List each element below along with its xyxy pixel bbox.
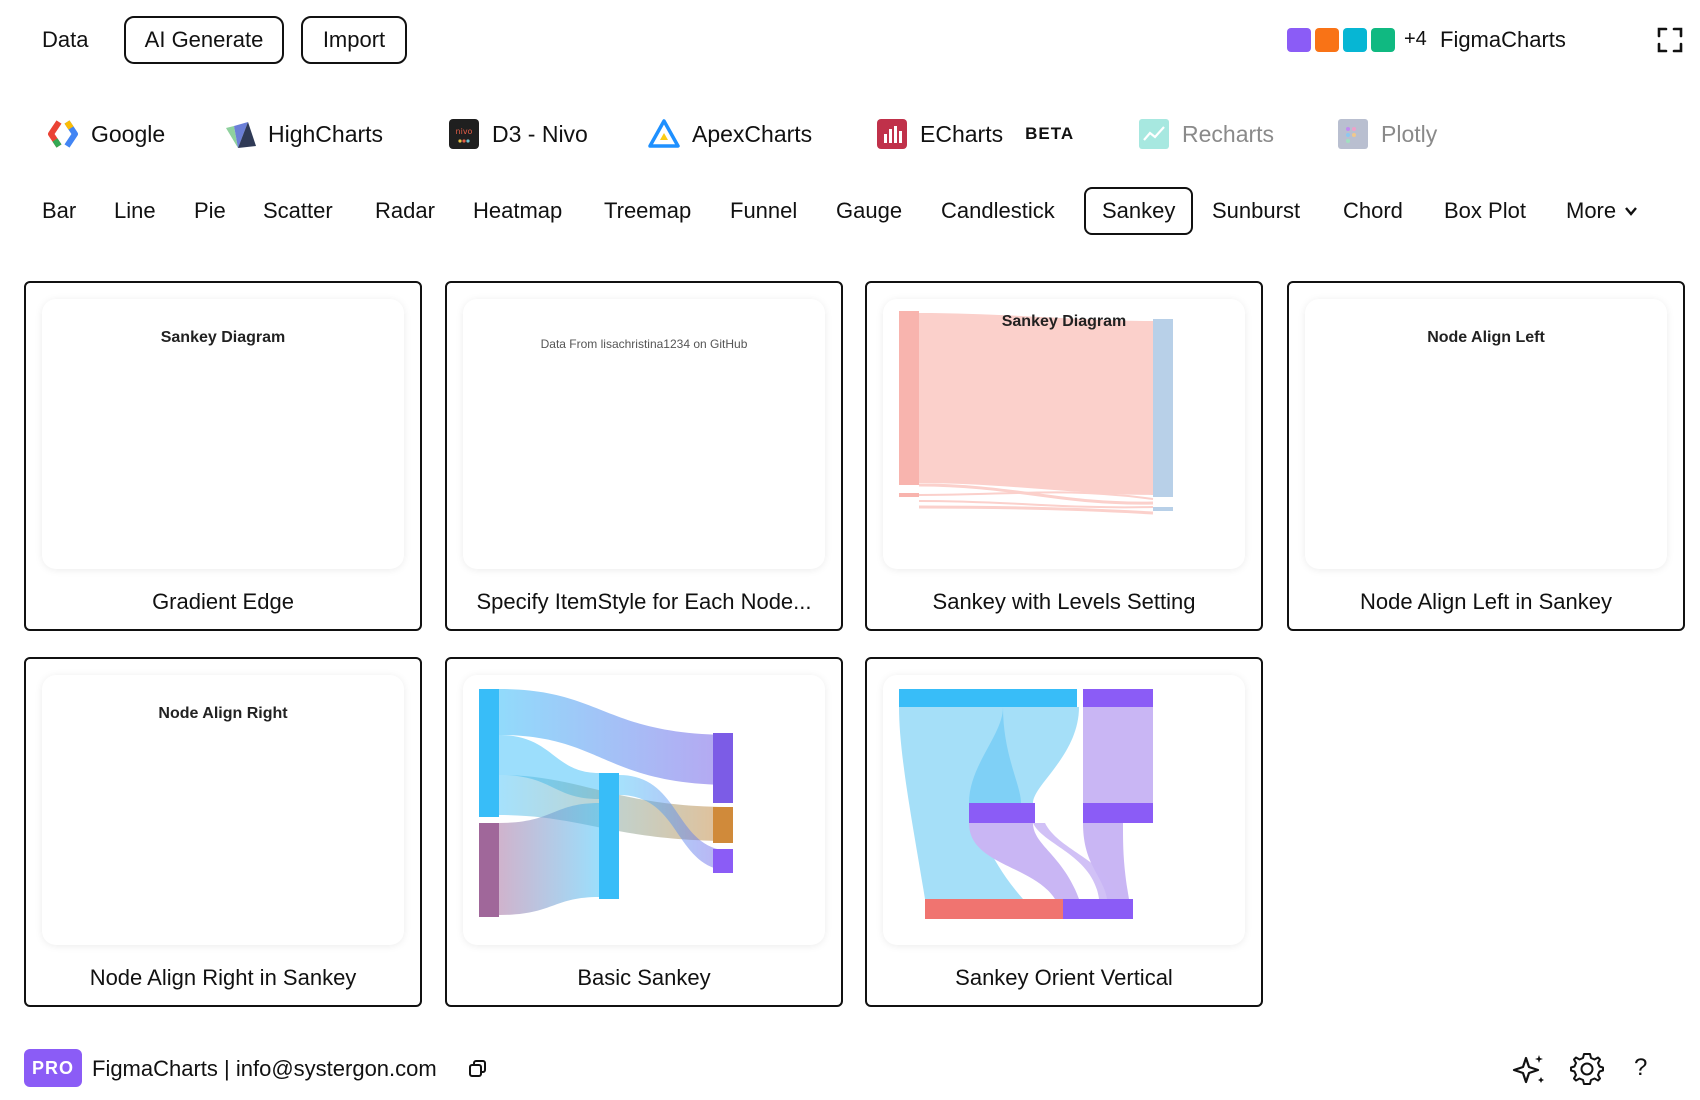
- chart-card[interactable]: Sankey Orient Vertical: [865, 657, 1263, 1007]
- card-label: Specify ItemStyle for Each Node...: [476, 589, 812, 614]
- library-label: D3 - Nivo: [492, 120, 588, 147]
- chart-thumbnail: Data From lisachristina1234 on GitHub: [463, 299, 825, 569]
- library-echarts[interactable]: ECharts BETA: [876, 114, 1074, 154]
- chart-card[interactable]: Sankey Diagram Gradient Edge: [24, 281, 422, 631]
- import-button[interactable]: Import: [301, 16, 407, 64]
- tab-bar[interactable]: Bar: [42, 187, 76, 235]
- thumbnail-title: Sankey Diagram: [160, 329, 286, 346]
- tab-box-plot[interactable]: Box Plot: [1444, 187, 1526, 235]
- library-label: ECharts: [920, 120, 1004, 147]
- tab-sunburst[interactable]: Sunburst: [1212, 187, 1300, 235]
- chevron-down-icon: [1625, 207, 1638, 216]
- tab-scatter[interactable]: Scatter: [263, 187, 333, 235]
- tab-chord[interactable]: Chord: [1343, 187, 1403, 235]
- card-label: Sankey with Levels Setting: [932, 589, 1196, 614]
- chart-card[interactable]: Node Align Left Node Align Left in Sanke…: [1287, 281, 1685, 631]
- gear-icon[interactable]: [1568, 1050, 1606, 1088]
- color-swatch[interactable]: [1315, 28, 1339, 52]
- color-swatches[interactable]: [1287, 28, 1395, 52]
- echarts-icon: [876, 118, 908, 150]
- sankey-levels-preview: [899, 311, 1173, 515]
- tab-treemap[interactable]: Treemap: [604, 187, 691, 235]
- card-label: Gradient Edge: [152, 589, 294, 614]
- highcharts-icon: [224, 118, 256, 150]
- library-apexcharts[interactable]: ApexCharts: [648, 114, 812, 154]
- library-recharts[interactable]: Recharts: [1138, 114, 1274, 154]
- library-google[interactable]: Google: [47, 114, 165, 154]
- thumbnail-title: Sankey Diagram: [1001, 313, 1127, 330]
- library-label: HighCharts: [268, 120, 384, 147]
- library-label: Plotly: [1381, 120, 1438, 147]
- chart-card[interactable]: Basic Sankey: [445, 657, 843, 1007]
- chart-thumbnail: Node Align Left: [1305, 299, 1667, 569]
- library-label: Google: [91, 120, 166, 147]
- library-label: ApexCharts: [692, 120, 813, 147]
- card-label: Node Align Right in Sankey: [89, 965, 357, 990]
- chart-card[interactable]: Node Align Right Node Align Right in San…: [24, 657, 422, 1007]
- plotly-icon: [1337, 118, 1369, 150]
- brand-name: FigmaCharts: [1440, 27, 1566, 52]
- chart-thumbnail: [883, 675, 1245, 945]
- extra-colors-count[interactable]: +4: [1404, 28, 1427, 51]
- tab-more[interactable]: More: [1566, 187, 1638, 235]
- data-tab[interactable]: Data: [42, 27, 88, 53]
- chart-thumbnail: Sankey Diagram: [42, 299, 404, 569]
- top-bar: Data AI Generate Import +4 FigmaCharts: [0, 0, 1700, 80]
- thumbnail-title: Node Align Right: [158, 705, 288, 722]
- chart-type-tabs: Bar Line Pie Scatter Radar Heatmap Treem…: [0, 187, 1700, 235]
- svg-text:nivo: nivo: [456, 127, 473, 136]
- thumbnail-subtitle: Data From lisachristina1234 on GitHub: [540, 337, 748, 351]
- tab-heatmap[interactable]: Heatmap: [473, 187, 562, 235]
- chart-thumbnail: Sankey Diagram: [883, 299, 1245, 569]
- chart-thumbnail: Node Align Right: [42, 675, 404, 945]
- thumbnail-title: Node Align Left: [1427, 329, 1545, 346]
- card-label: Sankey Orient Vertical: [955, 965, 1173, 990]
- tab-candlestick[interactable]: Candlestick: [941, 187, 1055, 235]
- library-highcharts[interactable]: HighCharts: [224, 114, 383, 154]
- tab-funnel[interactable]: Funnel: [730, 187, 797, 235]
- card-label: Node Align Left in Sankey: [1360, 589, 1612, 614]
- ai-generate-button[interactable]: AI Generate: [124, 16, 284, 64]
- basic-sankey-preview: [479, 689, 733, 917]
- tab-sankey[interactable]: Sankey: [1084, 187, 1194, 235]
- tab-radar[interactable]: Radar: [375, 187, 435, 235]
- chart-card[interactable]: Sankey Diagram Sankey with Levels Settin…: [865, 281, 1263, 631]
- beta-badge: BETA: [1025, 124, 1075, 143]
- library-plotly[interactable]: Plotly: [1337, 114, 1437, 154]
- fullscreen-icon[interactable]: [1656, 26, 1684, 54]
- google-icon: [47, 118, 79, 150]
- tab-pie[interactable]: Pie: [194, 187, 226, 235]
- chart-thumbnail: [463, 675, 825, 945]
- tab-line[interactable]: Line: [114, 187, 156, 235]
- chart-card[interactable]: Data From lisachristina1234 on GitHub Sp…: [445, 281, 843, 631]
- color-swatch[interactable]: [1343, 28, 1367, 52]
- library-nivo[interactable]: nivo D3 - Nivo: [448, 114, 588, 154]
- apexcharts-icon: [648, 118, 680, 150]
- library-label: Recharts: [1182, 120, 1275, 147]
- nivo-icon: nivo: [448, 118, 480, 150]
- color-swatch[interactable]: [1287, 28, 1311, 52]
- tab-gauge[interactable]: Gauge: [836, 187, 902, 235]
- recharts-icon: [1138, 118, 1170, 150]
- footer-contact[interactable]: FigmaCharts | info@systergon.com: [92, 1056, 437, 1082]
- copy-icon[interactable]: [468, 1059, 488, 1079]
- pro-badge[interactable]: PRO: [24, 1049, 82, 1087]
- color-swatch[interactable]: [1371, 28, 1395, 52]
- sankey-vertical-preview: [899, 689, 1153, 919]
- card-label: Basic Sankey: [577, 965, 711, 990]
- sparkle-icon[interactable]: [1510, 1050, 1548, 1088]
- more-label: More: [1566, 198, 1617, 223]
- help-button[interactable]: ?: [1634, 1054, 1647, 1082]
